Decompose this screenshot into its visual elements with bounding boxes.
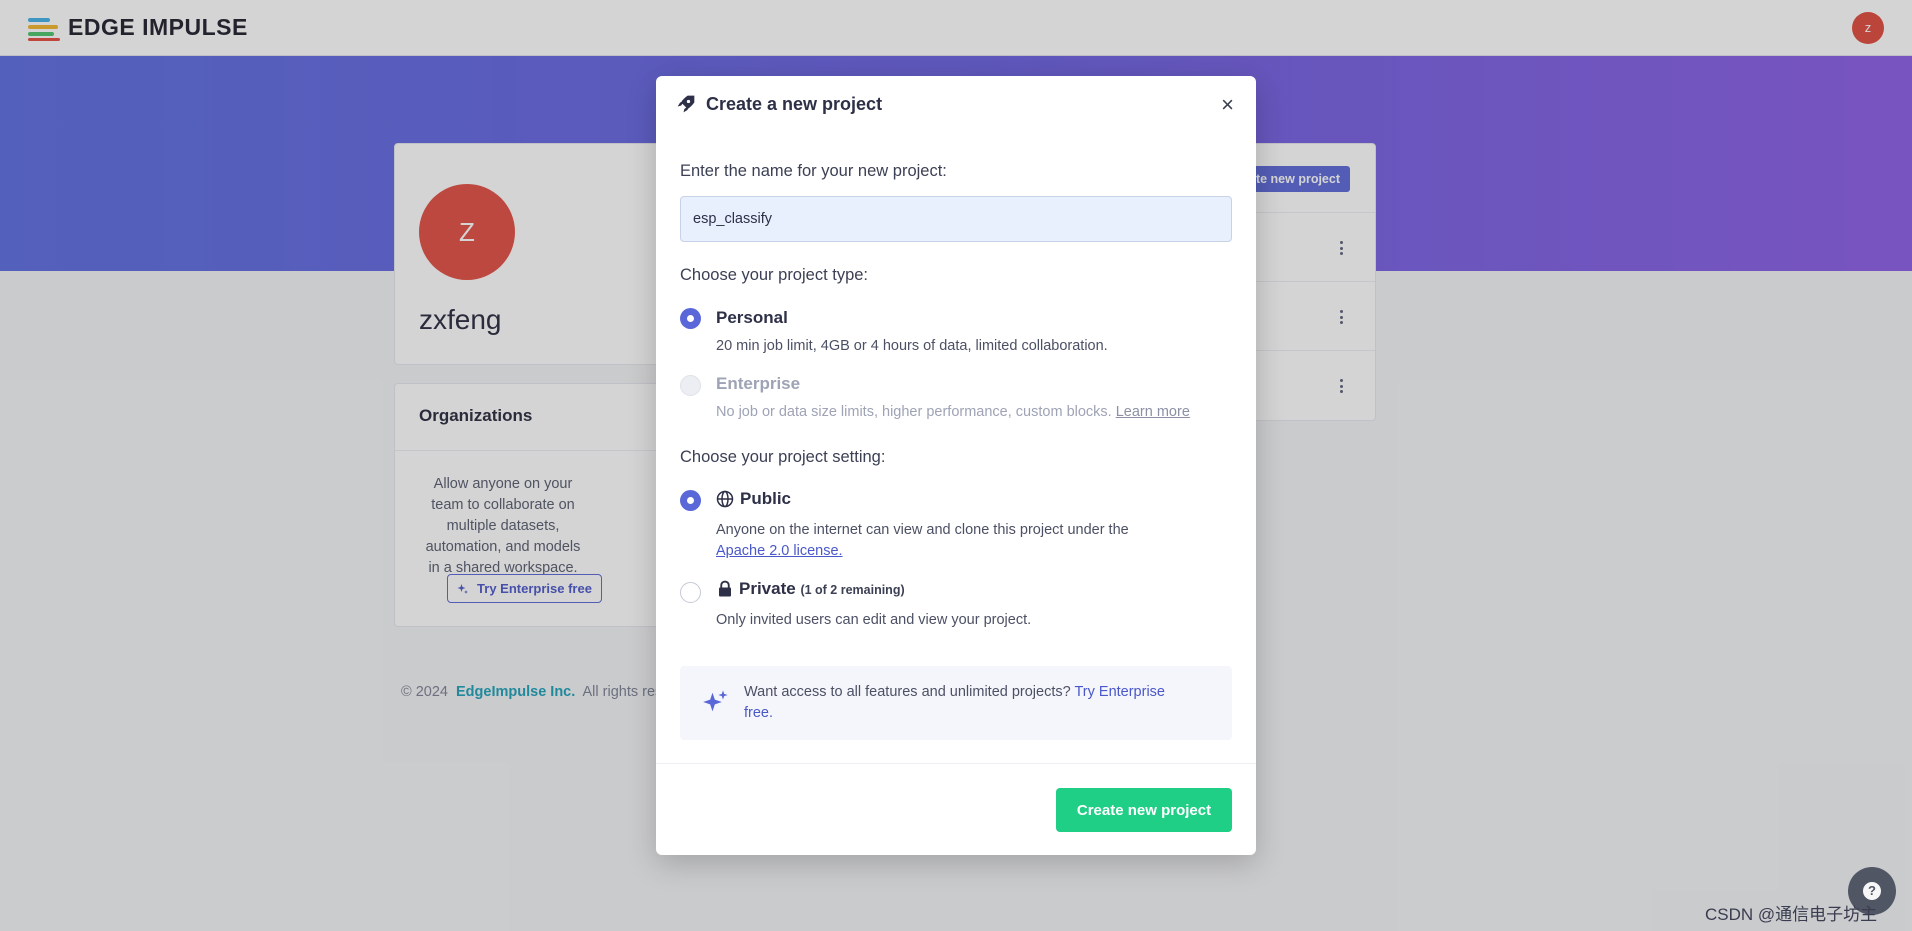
private-title-text: Private: [739, 579, 796, 598]
private-remaining-note: (1 of 2 remaining): [800, 583, 905, 597]
personal-description: 20 min job limit, 4GB or 4 hours of data…: [716, 338, 1108, 354]
apache-license-link[interactable]: Apache 2.0 license.: [716, 543, 843, 559]
personal-radio[interactable]: [680, 308, 701, 329]
private-description: Only invited users can edit and view you…: [716, 612, 1032, 628]
public-description-text: Anyone on the internet can view and clon…: [716, 522, 1129, 538]
upgrade-info-message: Want access to all features and unlimite…: [744, 684, 1071, 700]
public-title: Public: [740, 489, 792, 508]
project-type-label: Choose your project type:: [680, 266, 869, 284]
project-setting-label: Choose your project setting:: [680, 448, 886, 466]
rocket-icon: [677, 95, 695, 113]
public-description: Anyone on the internet can view and clon…: [716, 520, 1156, 562]
enterprise-description: No job or data size limits, higher perfo…: [716, 402, 1190, 423]
upgrade-info-box: Want access to all features and unlimite…: [680, 666, 1232, 740]
upgrade-info-text: Want access to all features and unlimite…: [744, 682, 1174, 724]
private-title: Private (1 of 2 remaining): [739, 579, 905, 599]
modal-footer-divider: [656, 763, 1256, 764]
learn-more-link[interactable]: Learn more: [1116, 404, 1190, 420]
project-name-input[interactable]: [680, 196, 1232, 242]
private-radio[interactable]: [680, 582, 701, 603]
watermark: CSDN @通信电子坊主: [1705, 905, 1878, 924]
personal-title: Personal: [716, 308, 788, 327]
question-icon: ?: [1863, 882, 1881, 900]
enterprise-description-text: No job or data size limits, higher perfo…: [716, 404, 1112, 420]
modal-header: Create a new project ×: [656, 76, 1256, 142]
create-project-modal: Create a new project × Enter the name fo…: [656, 76, 1256, 855]
enterprise-radio: [680, 375, 701, 396]
lock-icon: [719, 580, 731, 597]
create-new-project-button[interactable]: Create new project: [1056, 788, 1232, 832]
modal-title: Create a new project: [706, 94, 883, 114]
project-name-label: Enter the name for your new project:: [680, 162, 947, 180]
public-radio[interactable]: [680, 490, 701, 511]
sparkle-icon: [703, 690, 728, 712]
close-icon[interactable]: ×: [1221, 92, 1234, 118]
enterprise-title: Enterprise: [716, 374, 801, 393]
globe-icon: [716, 490, 734, 508]
